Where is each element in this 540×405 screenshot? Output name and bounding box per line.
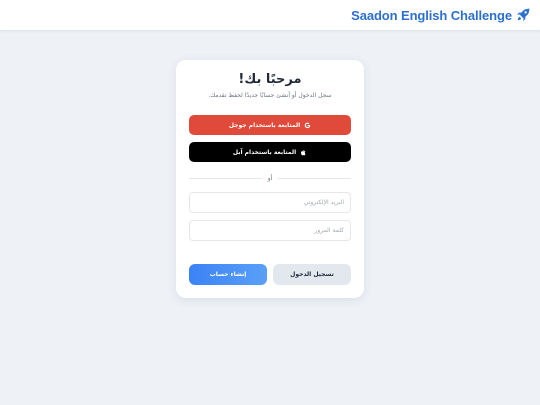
password-field[interactable] [189,220,351,241]
google-icon [304,122,311,129]
google-signin-button[interactable]: المتابعة باستخدام جوجل [189,115,351,135]
apple-button-label: المتابعة باستخدام آبل [232,148,297,156]
rocket-icon [516,8,530,22]
divider-line [278,177,351,179]
apple-signin-button[interactable]: المتابعة باستخدام آبل [189,142,351,162]
brand-title[interactable]: Saadon English Challenge [351,8,512,23]
divider-text: أو [267,174,273,182]
brand[interactable]: Saadon English Challenge [351,8,530,23]
login-card: مرحبًا بك! سجل الدخول أو أنشئ حسابًا جدي… [176,60,364,298]
divider-line [188,177,262,179]
google-button-label: المتابعة باستخدام جوجل [228,121,301,129]
top-bar: Saadon English Challenge [0,0,540,30]
or-divider: أو [188,173,351,183]
card-subtitle: سجل الدخول أو أنشئ حسابًا جديدًا لحفظ تق… [208,92,332,99]
apple-icon [300,149,307,156]
email-field[interactable] [189,192,351,213]
card-title: مرحبًا بك! [238,72,302,87]
signup-button[interactable]: إنشاء حساب [189,264,267,285]
login-button[interactable]: تسجيل الدخول [273,264,351,285]
